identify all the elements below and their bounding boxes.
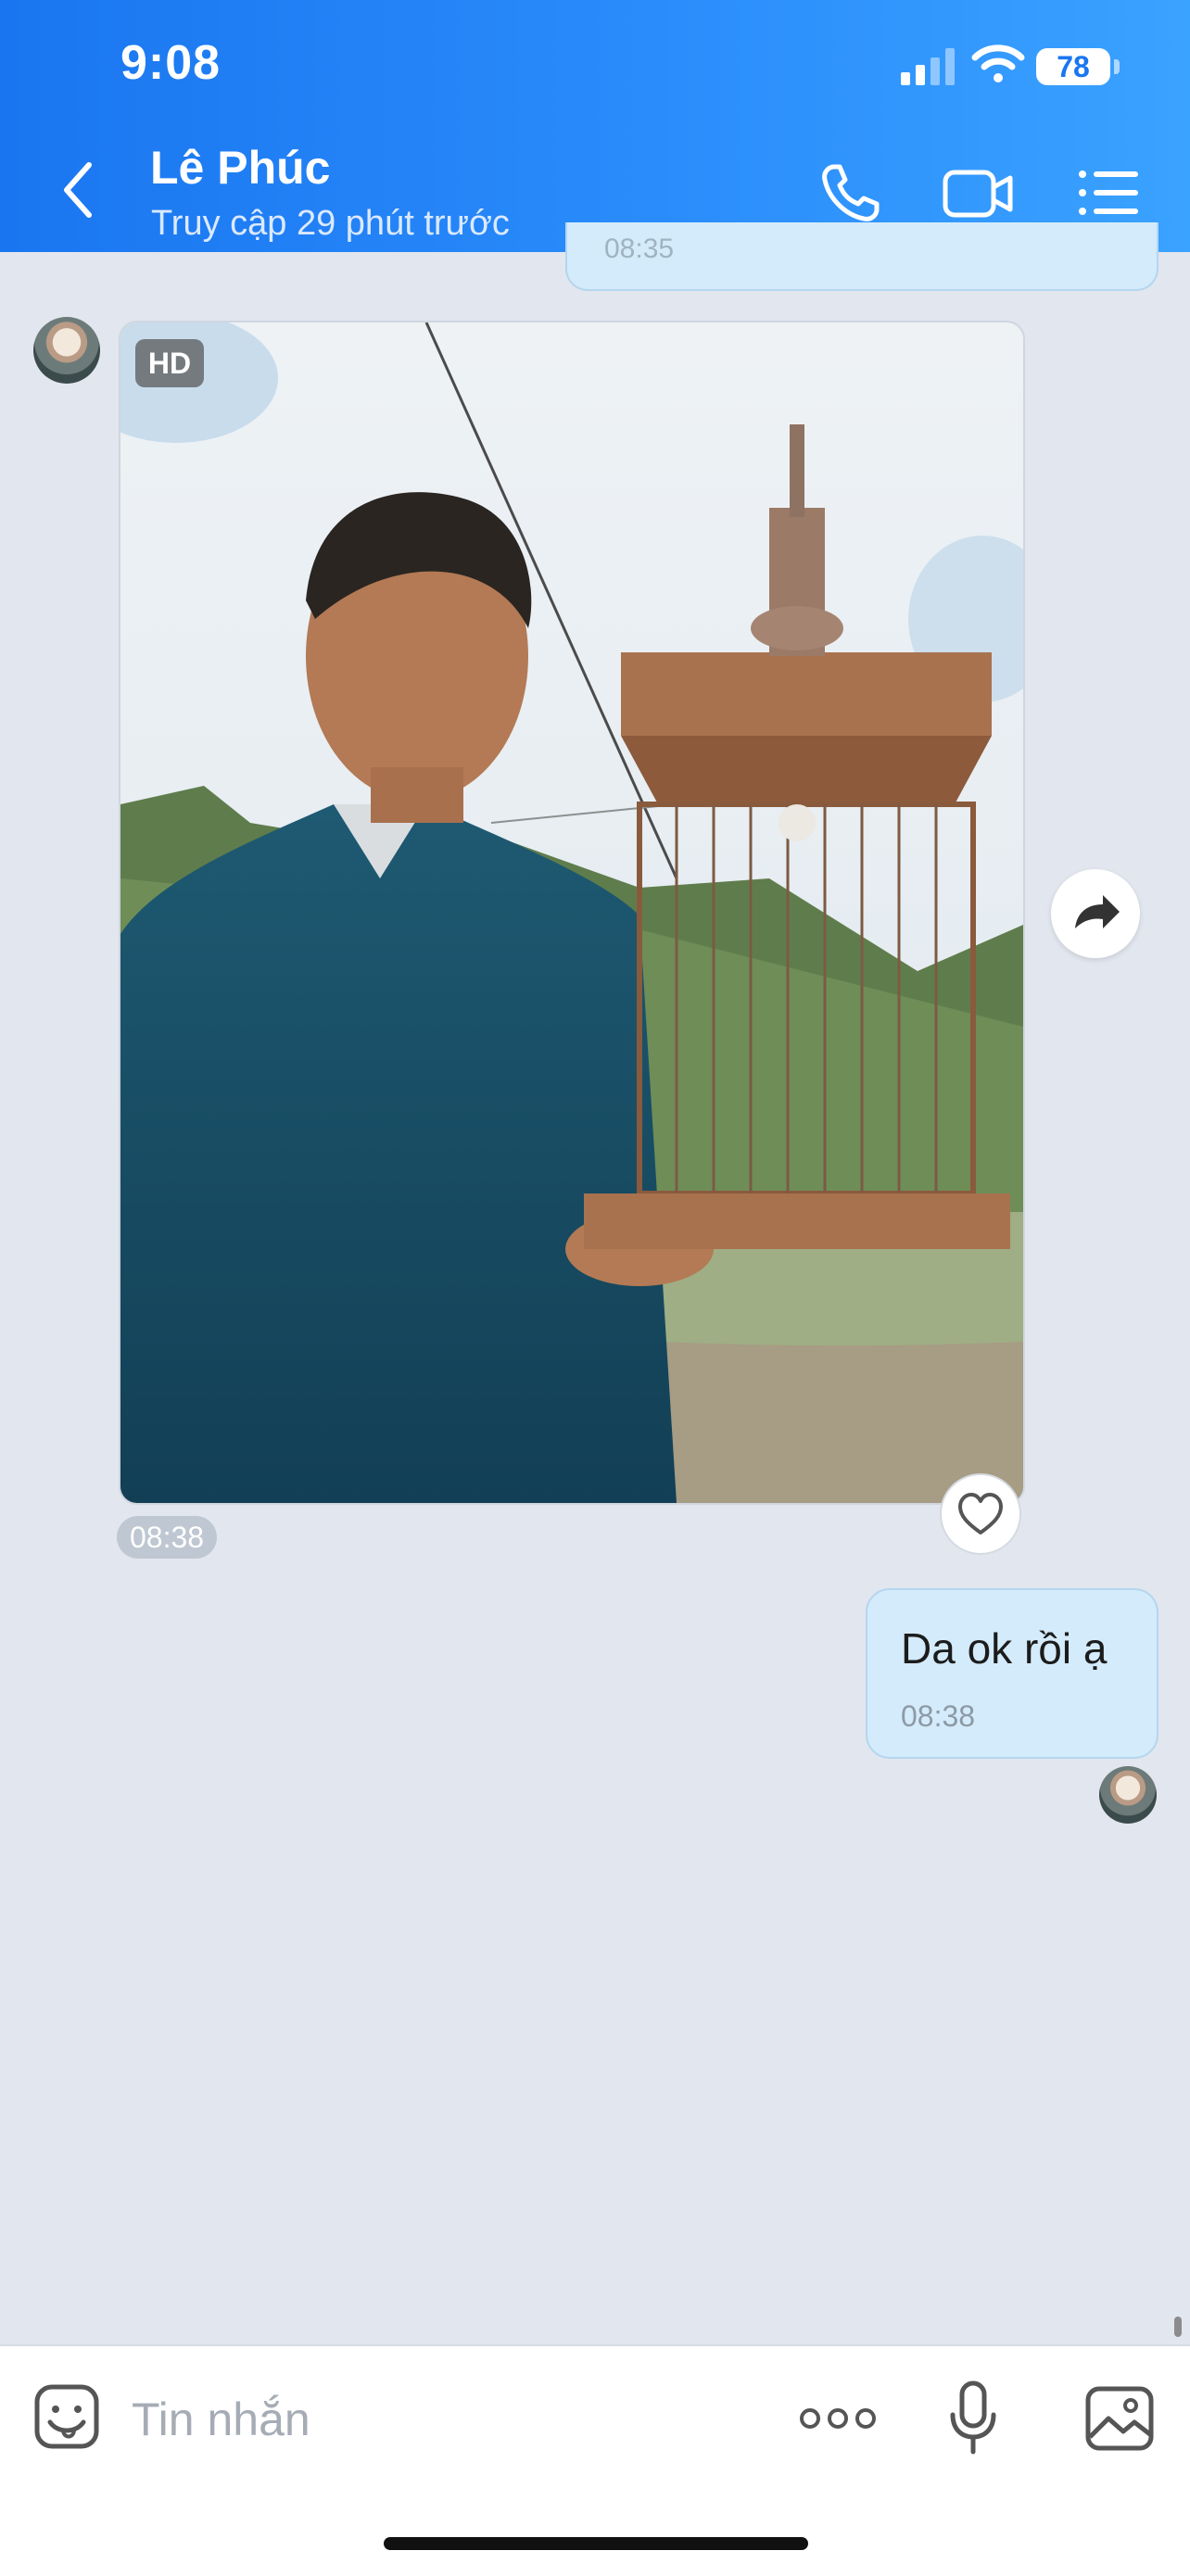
image-gallery-icon[interactable] xyxy=(1084,2385,1155,2452)
sender-avatar[interactable] xyxy=(33,317,100,384)
contact-status: Truy cập 29 phút trước xyxy=(151,204,510,243)
message-input[interactable] xyxy=(130,2383,690,2456)
message-time: 08:35 xyxy=(604,234,675,264)
chat-header: 9:08 78 Lê Phúc Truy cập 29 phút trước xyxy=(0,0,1190,252)
back-button[interactable] xyxy=(56,158,102,222)
scrollbar[interactable] xyxy=(1174,2317,1182,2337)
home-indicator[interactable] xyxy=(384,2537,808,2550)
message-text: Da ok rồi ạ xyxy=(901,1624,1108,1673)
microphone-icon[interactable] xyxy=(945,2380,1001,2457)
contact-name[interactable]: Lê Phúc xyxy=(150,141,330,195)
photo-time: 08:38 xyxy=(117,1516,218,1559)
wifi-icon xyxy=(971,44,1025,82)
message-time: 08:38 xyxy=(901,1699,976,1733)
battery-level: 78 xyxy=(1036,48,1110,85)
seen-avatar xyxy=(1099,1766,1157,1824)
sticker-smile-icon[interactable] xyxy=(32,2381,102,2452)
share-arrow-icon[interactable] xyxy=(1051,869,1140,958)
hd-badge: HD xyxy=(135,339,204,387)
photo-message[interactable] xyxy=(119,321,1025,1505)
previous-message-bubble[interactable]: 08:35 xyxy=(565,222,1158,291)
heart-icon[interactable] xyxy=(940,1473,1021,1555)
status-time: 9:08 xyxy=(120,36,222,90)
phone-icon[interactable] xyxy=(814,156,888,230)
cellular-signal-icon xyxy=(901,48,955,85)
outgoing-message-bubble[interactable]: Da ok rồi ạ 08:38 xyxy=(866,1588,1158,1759)
list-menu-icon[interactable] xyxy=(1071,156,1146,230)
video-camera-icon[interactable] xyxy=(942,156,1016,230)
battery-tip xyxy=(1114,59,1120,74)
more-dots-icon[interactable] xyxy=(799,2400,877,2437)
